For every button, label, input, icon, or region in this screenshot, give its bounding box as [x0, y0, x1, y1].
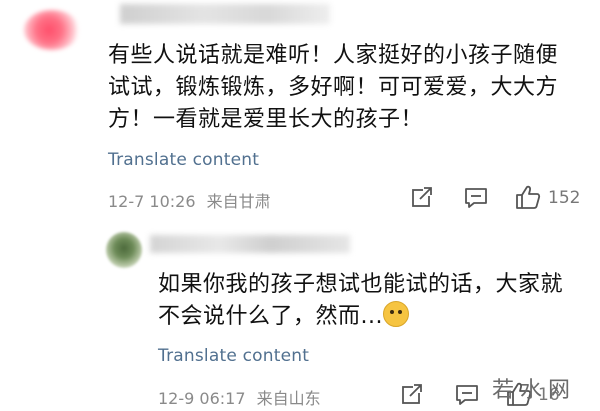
- reply-comment-icon[interactable]: [455, 384, 479, 406]
- comment-meta: 12-7 10:26 来自甘肃: [108, 188, 271, 212]
- comment-text: 有些人说话就是难听！人家挺好的小孩子随便 试试，锻炼锻炼，多好啊！可可爱爱，大大…: [108, 40, 558, 136]
- comment-timestamp: 12-7 10:26: [108, 192, 196, 211]
- reply-timestamp: 12-9 06:17: [158, 389, 246, 408]
- reply-avatar[interactable]: [106, 232, 142, 268]
- reply-translate-content-link[interactable]: Translate content: [158, 346, 309, 366]
- comment-text-line: 试试，锻炼锻炼，多好啊！可可爱爱，大大方: [108, 75, 559, 100]
- reply-username[interactable]: [150, 235, 350, 253]
- comment-text-line: 有些人说话就是难听！人家挺好的小孩子随便: [108, 43, 559, 68]
- share-icon[interactable]: [411, 186, 433, 208]
- doge-emoji-icon: [382, 301, 409, 327]
- thumbs-up-icon[interactable]: [515, 184, 541, 210]
- reply-share-icon[interactable]: [401, 383, 423, 405]
- reply-location: 来自山东: [256, 389, 321, 408]
- reply-text-line-2: 不会说什么了，然而...: [158, 301, 563, 333]
- comment-location: 来自甘肃: [206, 192, 271, 211]
- comment-username[interactable]: [120, 4, 330, 24]
- translate-content-link[interactable]: Translate content: [108, 150, 259, 170]
- reply-text-line: 如果你我的孩子想试也能试的话，大家就: [158, 272, 564, 297]
- like-count: 152: [548, 188, 581, 208]
- comment-icon[interactable]: [464, 187, 488, 209]
- reply-meta: 12-9 06:17 来自山东: [158, 385, 321, 409]
- comment-text-line: 方！一看就是爱里长大的孩子！: [108, 107, 424, 132]
- watermark-logo: 若水网: [492, 378, 577, 403]
- comment-avatar[interactable]: [24, 10, 80, 50]
- reply-text: 如果你我的孩子想试也能试的话，大家就 不会说什么了，然而...: [158, 269, 563, 333]
